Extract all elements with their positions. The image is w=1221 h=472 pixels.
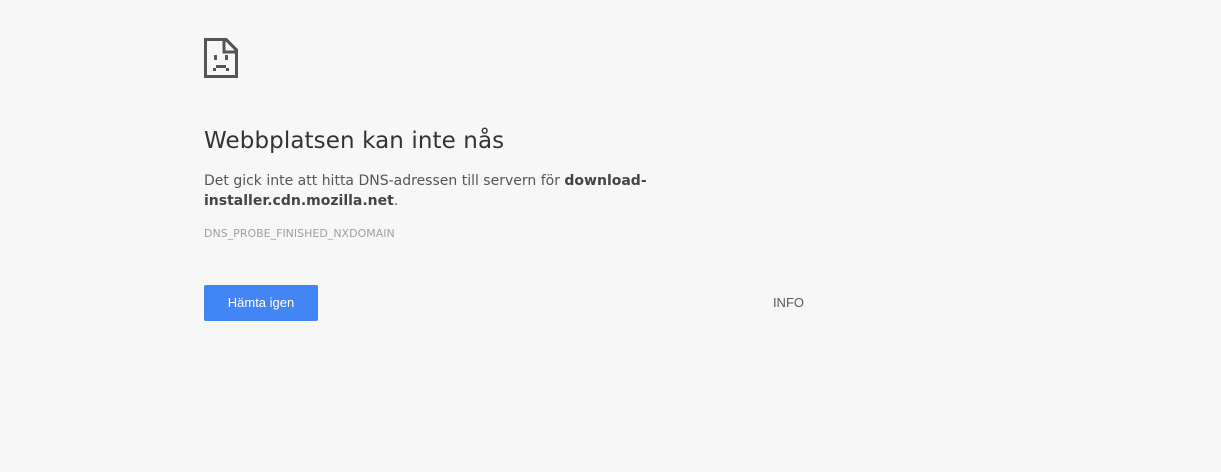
error-message-prefix: Det gick inte att hitta DNS-adressen til… — [204, 173, 565, 189]
error-content: Webbplatsen kan inte nås Det gick inte a… — [204, 38, 804, 241]
sad-document-icon — [204, 38, 238, 78]
error-title: Webbplatsen kan inte nås — [204, 128, 505, 154]
error-actions: Hämta igen INFO — [204, 285, 804, 321]
details-button[interactable]: INFO — [773, 285, 804, 321]
error-code: DNS_PROBE_FINISHED_NXDOMAIN — [204, 227, 395, 240]
error-page: Webbplatsen kan inte nås Det gick inte a… — [0, 0, 1221, 472]
reload-button[interactable]: Hämta igen — [204, 285, 318, 321]
error-message: Det gick inte att hitta DNS-adressen til… — [204, 171, 804, 211]
error-message-suffix: . — [393, 193, 399, 209]
